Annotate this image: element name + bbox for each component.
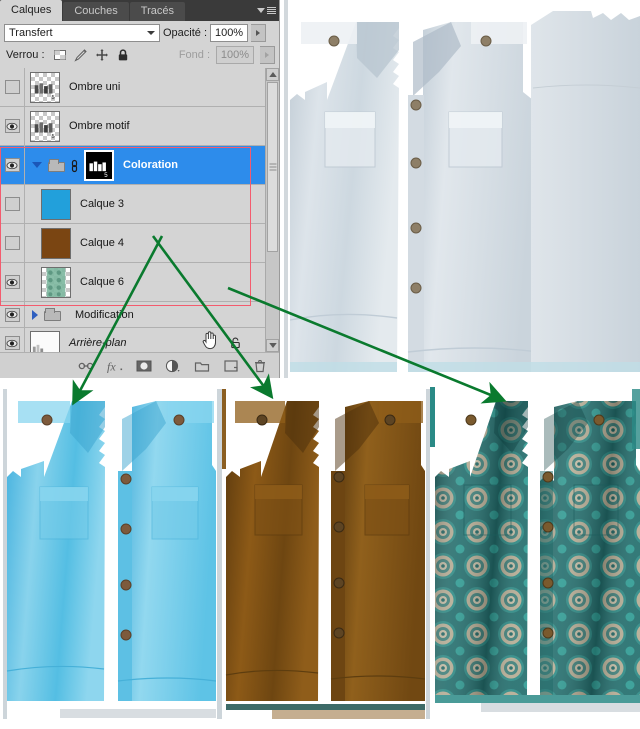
blend-mode-select[interactable]: Transfert bbox=[4, 24, 160, 42]
chevron-down-icon bbox=[147, 31, 155, 35]
layers-panel: Calques Couches Tracés Transfert Opacité… bbox=[0, 0, 280, 378]
layer-name: Calque 6 bbox=[80, 276, 125, 288]
panel-menu-icon[interactable] bbox=[257, 4, 276, 17]
layer-thumbnail[interactable] bbox=[41, 188, 71, 220]
shirt-preview-white[interactable] bbox=[281, 0, 640, 378]
eye-toggle-on-icon[interactable] bbox=[4, 275, 20, 289]
visibility-cell[interactable] bbox=[0, 224, 25, 262]
layer-row-ombre-motif[interactable]: 5 Ombre motif bbox=[0, 107, 265, 146]
link-mask-icon[interactable] bbox=[70, 158, 79, 173]
layer-name: Modification bbox=[75, 308, 134, 321]
layer-name: Calque 4 bbox=[80, 237, 125, 249]
screenshot-root: Calques Couches Tracés Transfert Opacité… bbox=[0, 0, 640, 729]
visibility-cell[interactable] bbox=[0, 68, 25, 106]
eye-toggle-on-icon[interactable] bbox=[4, 119, 20, 133]
layer-name: Ombre uni bbox=[69, 81, 121, 93]
fill-label: Fond : bbox=[178, 48, 210, 61]
scrollbar-grip-icon bbox=[269, 163, 276, 171]
lock-row: Verrou : Fond: 100% bbox=[0, 43, 279, 65]
layer-row-modification[interactable]: Modification bbox=[0, 302, 265, 328]
layer-list-scrollbar[interactable] bbox=[265, 68, 279, 352]
opacity-input[interactable]: 100% bbox=[210, 24, 249, 42]
svg-text:5: 5 bbox=[52, 134, 55, 140]
layer-name: Coloration bbox=[123, 159, 178, 171]
layer-name: Arrière-plan bbox=[69, 337, 127, 349]
layer-mask-thumbnail[interactable]: 5 bbox=[84, 149, 114, 181]
group-disclosure-expanded-icon[interactable] bbox=[32, 162, 42, 168]
layer-list-container: 5 Ombre uni 5 Ombre motif 5 Coloration C… bbox=[0, 68, 279, 352]
layer-style-fx-icon[interactable]: fx bbox=[107, 358, 123, 374]
eye-toggle-on-icon[interactable] bbox=[4, 336, 20, 350]
opacity-label: Opacité : bbox=[163, 27, 208, 39]
opacity-stepper[interactable] bbox=[251, 24, 267, 42]
svg-text:fx: fx bbox=[107, 359, 116, 373]
panel-tab-bar: Calques Couches Tracés bbox=[0, 0, 279, 21]
hand-cursor bbox=[201, 330, 219, 350]
layer-list: 5 Ombre uni 5 Ombre motif 5 Coloration C… bbox=[0, 68, 265, 352]
folder-icon bbox=[48, 158, 65, 172]
lock-label: Verrou : bbox=[6, 48, 45, 61]
layer-row-calque-6[interactable]: Calque 6 bbox=[0, 263, 265, 302]
delete-layer-icon[interactable] bbox=[252, 358, 268, 374]
scroll-down-arrow[interactable] bbox=[266, 339, 279, 352]
tab-calques[interactable]: Calques bbox=[0, 0, 63, 21]
lock-position-icon[interactable] bbox=[95, 48, 109, 62]
eye-toggle-off-icon[interactable] bbox=[4, 80, 20, 94]
tab-couches[interactable]: Couches bbox=[63, 2, 129, 21]
layer-thumbnail[interactable]: 5 bbox=[30, 71, 60, 103]
eye-toggle-on-icon[interactable] bbox=[4, 307, 20, 322]
new-adjustment-layer-icon[interactable] bbox=[165, 358, 181, 374]
layer-row-calque-3[interactable]: Calque 3 bbox=[0, 185, 265, 224]
layer-thumbnail[interactable]: 5 bbox=[30, 110, 60, 142]
tab-traces[interactable]: Tracés bbox=[129, 2, 185, 21]
visibility-cell[interactable] bbox=[0, 328, 25, 352]
shirt-preview-pattern[interactable] bbox=[426, 379, 640, 729]
layers-panel-toolbar: fx bbox=[0, 352, 279, 378]
layer-row-ombre-uni[interactable]: 5 Ombre uni bbox=[0, 68, 265, 107]
visibility-cell[interactable] bbox=[0, 146, 25, 184]
lock-transparency-icon[interactable] bbox=[53, 48, 67, 62]
layer-name: Ombre motif bbox=[69, 120, 130, 132]
visibility-cell[interactable] bbox=[0, 263, 25, 301]
layer-row-calque-4[interactable]: Calque 4 bbox=[0, 224, 265, 263]
lock-image-icon[interactable] bbox=[73, 48, 88, 62]
layer-locked-icon bbox=[229, 336, 243, 350]
scroll-up-arrow[interactable] bbox=[266, 68, 279, 81]
eye-toggle-off-icon[interactable] bbox=[4, 236, 20, 250]
visibility-cell[interactable] bbox=[0, 302, 25, 327]
new-layer-icon[interactable] bbox=[223, 358, 239, 374]
new-group-icon[interactable] bbox=[194, 358, 210, 374]
visibility-cell[interactable] bbox=[0, 107, 25, 145]
fill-stepper bbox=[260, 45, 275, 64]
layer-thumbnail[interactable] bbox=[30, 331, 60, 352]
eye-toggle-on-icon[interactable] bbox=[4, 158, 20, 172]
svg-text:5: 5 bbox=[52, 95, 55, 101]
link-layers-icon[interactable] bbox=[78, 358, 94, 374]
group-disclosure-collapsed-icon[interactable] bbox=[32, 309, 38, 320]
fill-input[interactable]: 100% bbox=[216, 45, 254, 64]
layer-thumbnail[interactable] bbox=[41, 266, 71, 298]
layer-row-arriere-plan[interactable]: Arrière-plan bbox=[0, 328, 265, 352]
scrollbar-thumb[interactable] bbox=[267, 82, 278, 252]
folder-icon bbox=[44, 308, 61, 321]
eye-toggle-off-icon[interactable] bbox=[4, 197, 20, 211]
blend-mode-value: Transfert bbox=[9, 27, 53, 39]
blend-mode-row: Transfert Opacité : 100% bbox=[0, 21, 279, 43]
lock-all-icon[interactable] bbox=[116, 48, 130, 62]
add-layer-mask-icon[interactable] bbox=[136, 358, 152, 374]
layer-name: Calque 3 bbox=[80, 198, 125, 210]
shirt-preview-brown[interactable] bbox=[217, 379, 425, 729]
visibility-cell[interactable] bbox=[0, 185, 25, 223]
shirt-preview-blue[interactable] bbox=[0, 379, 216, 729]
layer-thumbnail[interactable] bbox=[41, 227, 71, 259]
layer-row-coloration[interactable]: 5 Coloration bbox=[0, 146, 265, 185]
